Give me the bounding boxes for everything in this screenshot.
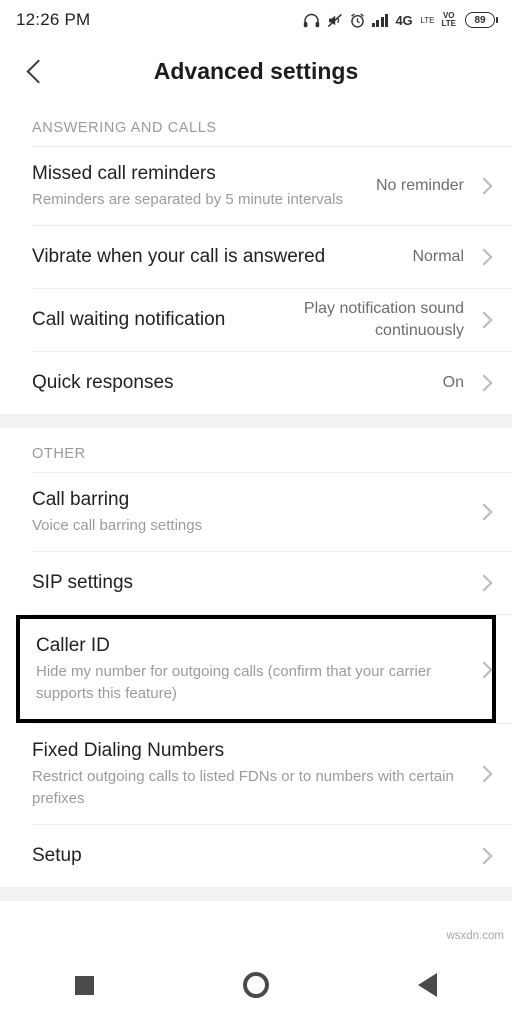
list-item-value: Normal bbox=[412, 248, 464, 265]
status-icon-group: 4G LTE VO LTE 89 bbox=[303, 12, 498, 28]
section-header-answering-and-calls: ANSWERING AND CALLS bbox=[0, 102, 512, 146]
list-item-title: Caller ID bbox=[36, 635, 110, 656]
chevron-right-icon bbox=[475, 177, 493, 195]
chevron-right-icon bbox=[475, 765, 493, 783]
list-item-sip-settings[interactable]: SIP settings bbox=[0, 552, 512, 614]
square-icon[interactable] bbox=[74, 975, 94, 995]
list-item-title: Call waiting notification bbox=[32, 309, 226, 330]
list-bottom-spacer bbox=[0, 887, 512, 901]
mute-icon bbox=[327, 13, 343, 28]
network-type-label: 4G bbox=[395, 12, 413, 28]
system-navigation-bar: wsxdn.com bbox=[0, 930, 512, 1024]
triangle-back-icon[interactable] bbox=[418, 973, 438, 997]
chevron-right-icon bbox=[475, 503, 493, 521]
chevron-right-icon bbox=[475, 374, 493, 392]
chevron-left-icon bbox=[25, 58, 51, 84]
section-separator bbox=[0, 414, 512, 428]
title-bar: Advanced settings bbox=[0, 40, 512, 102]
volte-icon: VO LTE bbox=[441, 12, 456, 28]
list-item-subtitle: Reminders are separated by 5 minute inte… bbox=[32, 191, 343, 208]
list-item-value: No reminder bbox=[375, 177, 464, 194]
phone-screen: 12:26 PM 4G LTE VO LTE 89 Advanced setti… bbox=[0, 0, 512, 1024]
volte-bottom-label: LTE bbox=[441, 19, 456, 28]
settings-list[interactable]: ANSWERING AND CALLS Missed call reminder… bbox=[0, 102, 512, 946]
battery-percent-label: 89 bbox=[474, 14, 486, 26]
list-item-vibrate-when-call-answered[interactable]: Vibrate when your call is answered Norma… bbox=[0, 226, 512, 288]
watermark-label: wsxdn.com bbox=[446, 930, 504, 942]
list-item-call-barring[interactable]: Call barring Voice call barring settings bbox=[0, 473, 512, 551]
signal-icon bbox=[371, 13, 389, 27]
status-clock: 12:26 PM bbox=[16, 10, 91, 29]
list-item-title: Call barring bbox=[32, 489, 130, 510]
list-item-title: Quick responses bbox=[32, 372, 174, 393]
highlighted-item-wrapper: Caller ID Hide my number for outgoing ca… bbox=[0, 615, 512, 723]
list-item-title: Missed call reminders bbox=[32, 163, 216, 184]
chevron-right-icon bbox=[475, 311, 493, 329]
chevron-right-icon bbox=[475, 248, 493, 266]
alarm-icon bbox=[350, 12, 365, 28]
list-item-subtitle: Restrict outgoing calls to listed FDNs o… bbox=[32, 768, 454, 807]
list-item-title: SIP settings bbox=[32, 572, 134, 593]
list-item-fixed-dialing-numbers[interactable]: Fixed Dialing Numbers Restrict outgoing … bbox=[0, 724, 512, 824]
circle-icon[interactable] bbox=[242, 972, 269, 998]
list-item-value: On bbox=[442, 374, 464, 391]
status-bar: 12:26 PM 4G LTE VO LTE 89 bbox=[0, 0, 512, 40]
list-item-missed-call-reminders[interactable]: Missed call reminders Reminders are sepa… bbox=[0, 147, 512, 225]
section-header-other: OTHER bbox=[0, 428, 512, 472]
page-title: Advanced settings bbox=[153, 57, 359, 84]
list-item-title: Vibrate when your call is answered bbox=[32, 246, 326, 267]
list-item-caller-id[interactable]: Caller ID Hide my number for outgoing ca… bbox=[16, 615, 496, 723]
chevron-right-icon bbox=[475, 847, 493, 865]
list-item-value: Play notification sound continuously bbox=[303, 300, 464, 339]
back-button[interactable] bbox=[10, 43, 66, 99]
list-item-title: Setup bbox=[32, 845, 82, 866]
list-item-setup[interactable]: Setup bbox=[0, 825, 512, 887]
list-item-subtitle: Hide my number for outgoing calls (confi… bbox=[36, 663, 432, 702]
list-item-quick-responses[interactable]: Quick responses On bbox=[0, 352, 512, 414]
network-sub-label: LTE bbox=[420, 15, 435, 25]
chevron-right-icon bbox=[475, 574, 493, 592]
list-item-subtitle: Voice call barring settings bbox=[32, 517, 203, 534]
battery-icon: 89 bbox=[465, 12, 498, 28]
list-item-title: Fixed Dialing Numbers bbox=[32, 740, 225, 761]
headphones-icon bbox=[303, 13, 320, 28]
list-item-call-waiting-notification[interactable]: Call waiting notification Play notificat… bbox=[0, 289, 512, 351]
